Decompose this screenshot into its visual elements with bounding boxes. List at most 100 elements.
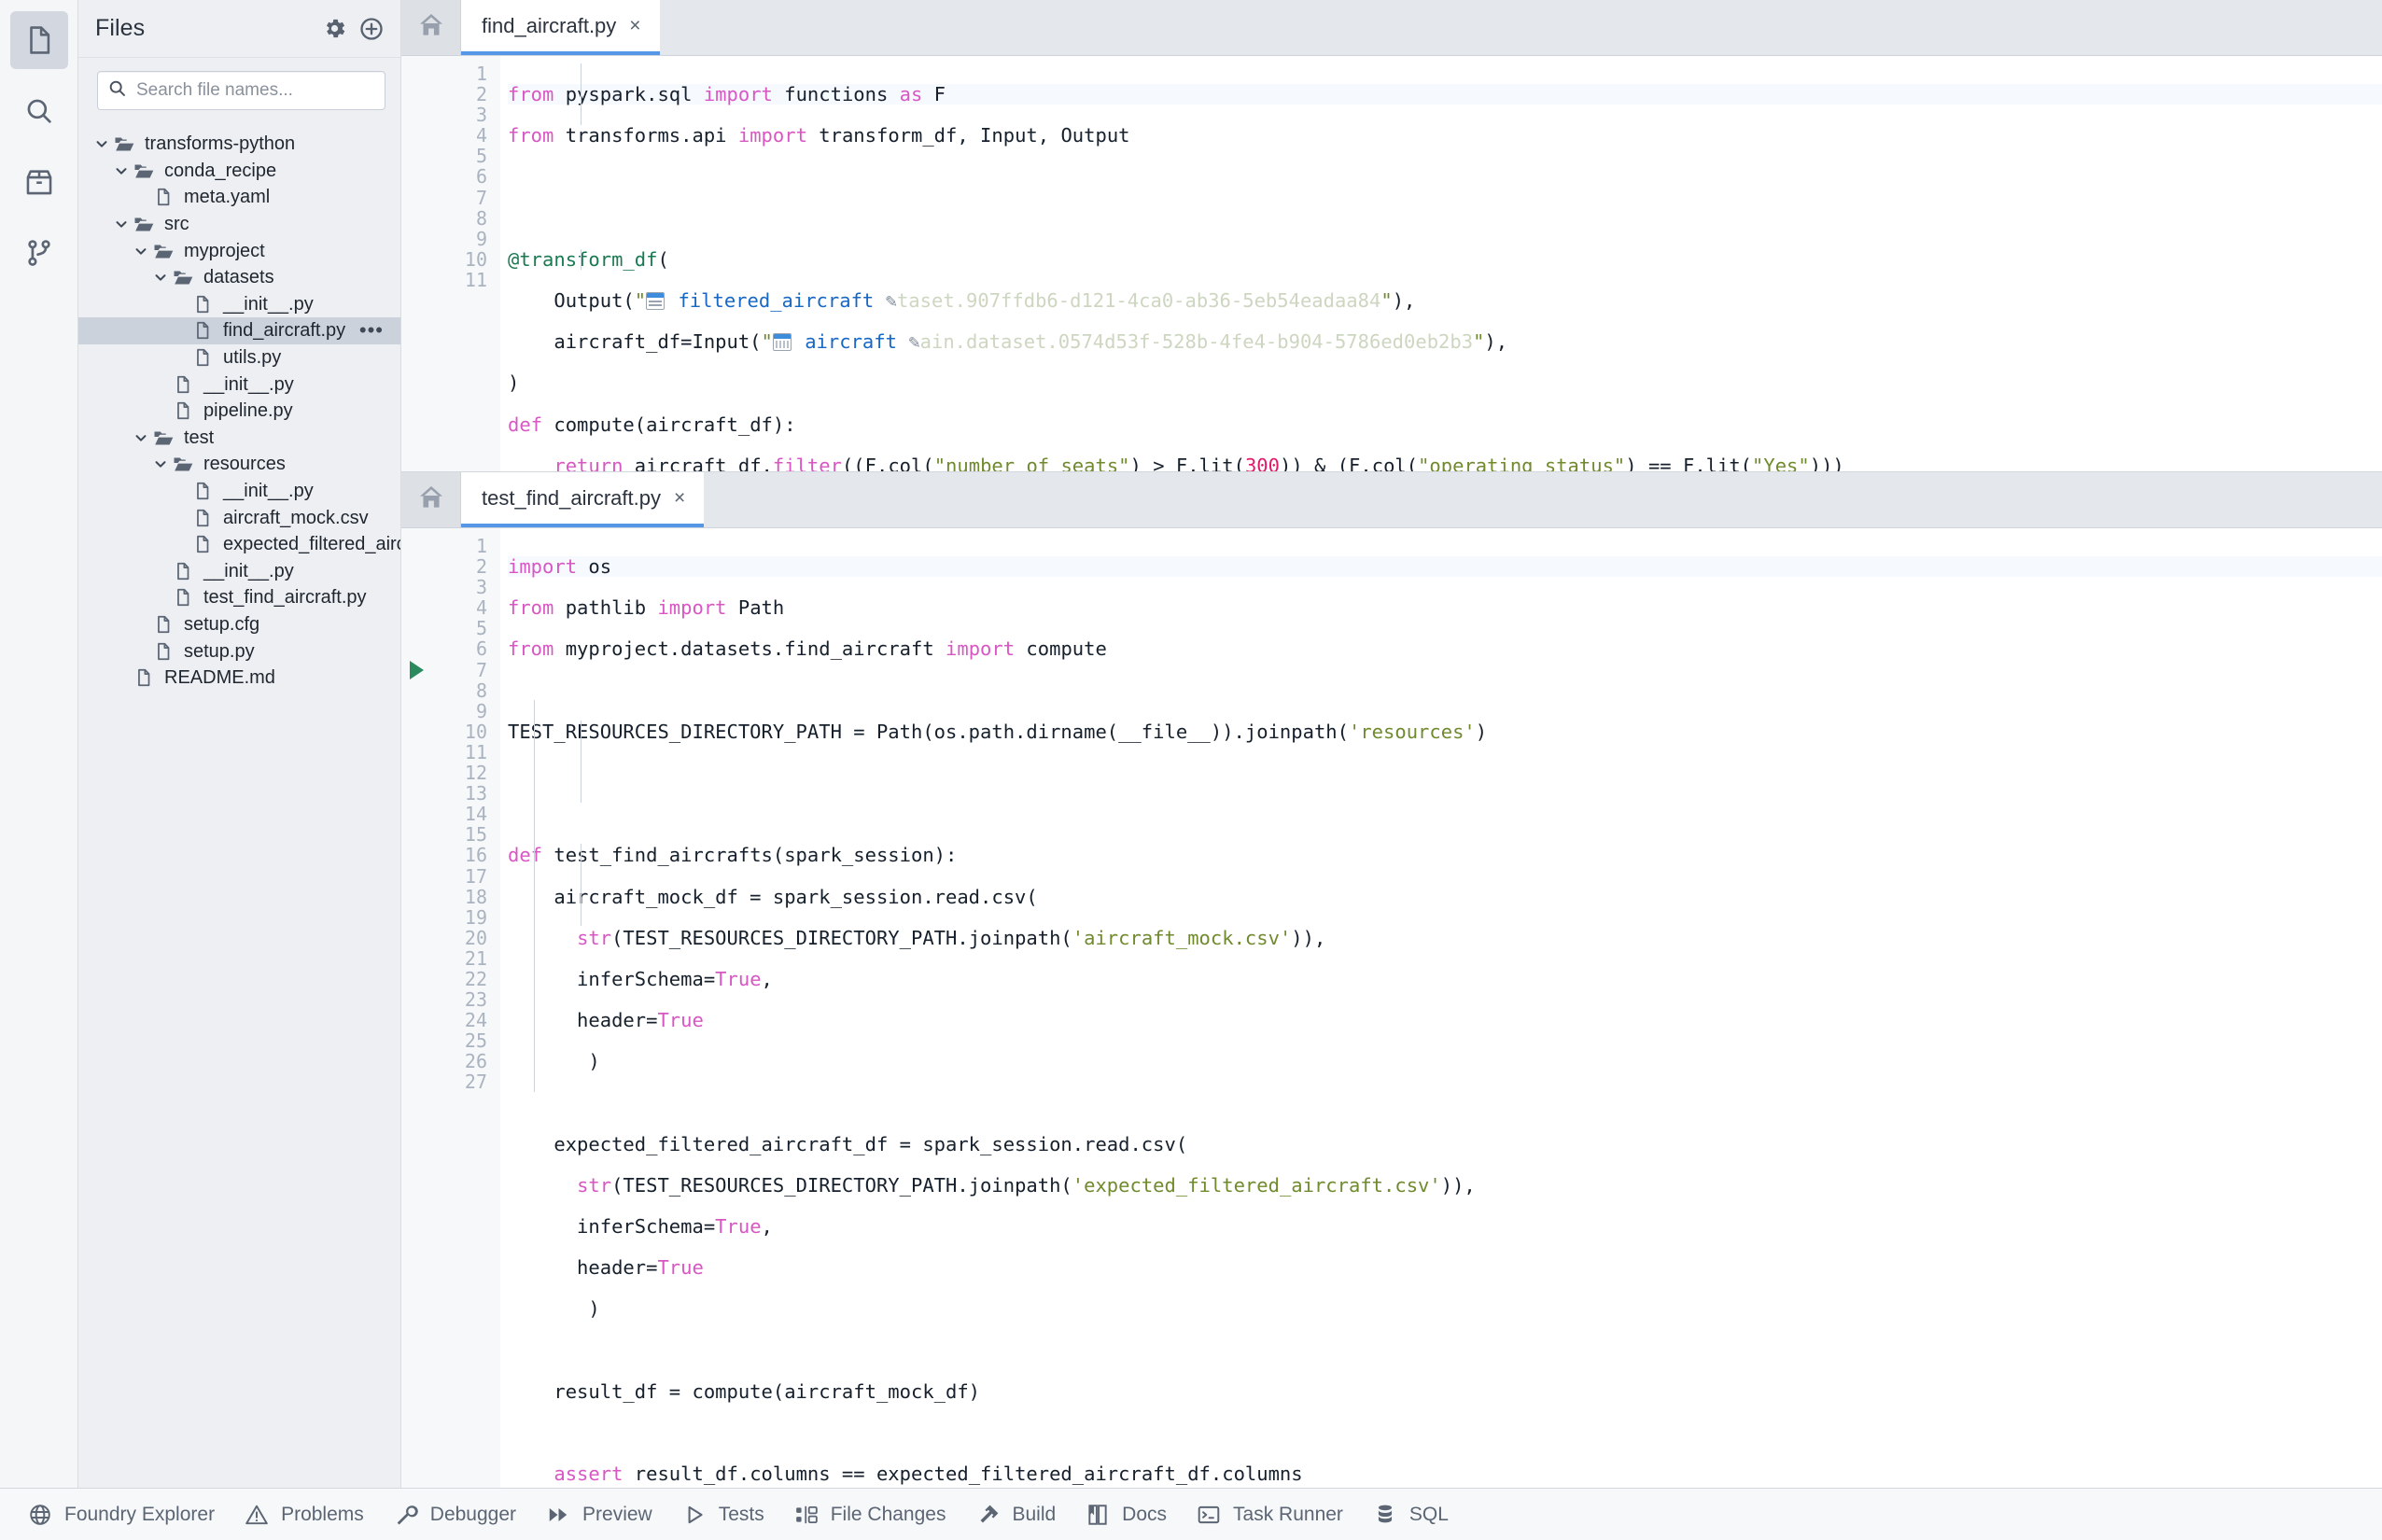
- gear-icon[interactable]: [320, 15, 348, 43]
- close-icon[interactable]: ×: [629, 16, 640, 35]
- file-icon: [171, 399, 195, 423]
- tree-file-row[interactable]: pipeline.py: [78, 398, 400, 425]
- status-item-sql[interactable]: SQL: [1362, 1489, 1467, 1540]
- line-number: 3: [475, 576, 487, 599]
- tree-file-row[interactable]: __init__.py: [78, 371, 400, 398]
- line-number: 7: [475, 186, 487, 209]
- run-test-button[interactable]: [410, 660, 424, 679]
- tab-test-find-aircraft[interactable]: test_find_aircraft.py ×: [461, 472, 705, 527]
- tree-file-row[interactable]: __init__.py: [78, 291, 400, 318]
- globe-icon: [26, 1501, 54, 1529]
- tree-file-row[interactable]: README.md: [78, 665, 400, 692]
- status-item-debugger[interactable]: Debugger: [383, 1489, 535, 1540]
- tab-find-aircraft[interactable]: find_aircraft.py ×: [461, 0, 660, 55]
- editor-pane-find-aircraft: find_aircraft.py × 1 2 3 4 5 6 7 8 9 10 11 from py…: [401, 0, 2382, 472]
- home-button-top[interactable]: [401, 0, 461, 55]
- line-number: 10: [464, 247, 487, 271]
- book-icon: [1084, 1501, 1112, 1529]
- tree-item-label: pipeline.py: [203, 400, 293, 422]
- status-item-label: File Changes: [830, 1503, 946, 1525]
- code-area-top: 1 2 3 4 5 6 7 8 9 10 11 from pyspark.sql import fu…: [401, 56, 2382, 471]
- chevron-down-icon[interactable]: [150, 454, 171, 474]
- line-number: 9: [475, 227, 487, 250]
- chevron-down-icon[interactable]: [150, 267, 171, 287]
- code-content-bottom[interactable]: import os from pathlib import Path from …: [500, 528, 2382, 1488]
- activity-item-files[interactable]: [9, 11, 68, 69]
- chevron-down-icon[interactable]: [131, 241, 151, 261]
- home-button-bottom[interactable]: [401, 472, 461, 527]
- tree-folder-row[interactable]: src: [78, 211, 400, 238]
- tree-item-label: src: [164, 214, 189, 235]
- file-icon: [171, 559, 195, 583]
- tree-folder-row[interactable]: myproject: [78, 237, 400, 264]
- chevron-down-icon[interactable]: [111, 161, 132, 181]
- search-box[interactable]: [97, 71, 385, 110]
- chevron-down-icon[interactable]: [131, 427, 151, 448]
- tree-folder-row[interactable]: conda_recipe: [78, 158, 400, 185]
- tree-file-row[interactable]: find_aircraft.py •••: [78, 317, 400, 344]
- tree-item-label: test: [184, 427, 215, 448]
- status-item-problems[interactable]: Problems: [233, 1489, 383, 1540]
- indent-guide: [534, 700, 535, 1092]
- tree-file-row[interactable]: expected_filtered_aircraft.csv: [78, 531, 400, 558]
- tree-file-row[interactable]: setup.py: [78, 637, 400, 665]
- run-gutter-top: [401, 56, 435, 471]
- line-number: 27: [464, 1071, 487, 1094]
- tree-file-row[interactable]: aircraft_mock.csv: [78, 504, 400, 531]
- line-number: 3: [475, 104, 487, 127]
- tree-file-row[interactable]: __init__.py: [78, 558, 400, 585]
- home-icon: [416, 10, 446, 45]
- code-content-top[interactable]: from pyspark.sql import functions as F f…: [500, 56, 2382, 471]
- dataset-link-filtered-aircraft[interactable]: filtered_aircraft: [678, 289, 874, 312]
- editor-pane-test-find-aircraft: test_find_aircraft.py × 1 2 3 4 5 6 7 8 9 10 11 12 1…: [401, 472, 2382, 1488]
- tree-folder-row[interactable]: transforms-python: [78, 131, 400, 158]
- chevron-down-icon[interactable]: [91, 133, 112, 154]
- folder-icon: [151, 239, 175, 263]
- more-actions-icon[interactable]: •••: [359, 320, 384, 341]
- close-icon[interactable]: ×: [674, 488, 685, 508]
- tree-file-row[interactable]: __init__.py: [78, 478, 400, 505]
- folder-icon: [151, 426, 175, 450]
- tree-folder-row[interactable]: resources: [78, 451, 400, 478]
- tree-file-row[interactable]: test_find_aircraft.py: [78, 584, 400, 611]
- branch-icon: [23, 237, 55, 269]
- folder-icon: [132, 212, 156, 236]
- tree-item-label: meta.yaml: [184, 187, 271, 208]
- status-item-label: Task Runner: [1233, 1503, 1343, 1525]
- sidebar-header-actions: [320, 15, 385, 43]
- tree-folder-row[interactable]: test: [78, 425, 400, 452]
- line-number: 24: [464, 1009, 487, 1032]
- status-item-label: Debugger: [429, 1503, 517, 1525]
- chevron-down-icon[interactable]: [111, 214, 132, 234]
- activity-item-packages[interactable]: [10, 153, 68, 211]
- tree-folder-row[interactable]: datasets: [78, 264, 400, 291]
- line-number: 5: [475, 145, 487, 168]
- activity-item-branches[interactable]: [10, 224, 68, 282]
- tab-label: find_aircraft.py: [482, 13, 617, 37]
- status-item-label: Foundry Explorer: [64, 1503, 216, 1525]
- line-number: 20: [464, 926, 487, 949]
- add-file-icon[interactable]: [357, 15, 385, 43]
- search-input[interactable]: [136, 80, 375, 101]
- tree-item-label: datasets: [203, 267, 274, 288]
- status-item-build[interactable]: Build: [964, 1489, 1074, 1540]
- tree-item-label: __init__.py: [223, 481, 314, 502]
- pencil-icon[interactable]: ✎: [886, 289, 897, 312]
- activity-item-search[interactable]: [10, 82, 68, 140]
- tree-file-row[interactable]: meta.yaml: [78, 184, 400, 211]
- file-icon: [190, 292, 215, 316]
- dataset-link-aircraft[interactable]: aircraft: [805, 330, 897, 353]
- status-item-preview[interactable]: Preview: [535, 1489, 671, 1540]
- pencil-icon[interactable]: ✎: [908, 330, 919, 353]
- status-item-docs[interactable]: Docs: [1074, 1489, 1185, 1540]
- line-number: 12: [464, 762, 487, 785]
- line-number: 8: [475, 679, 487, 702]
- status-item-foundry-explorer[interactable]: Foundry Explorer: [17, 1489, 233, 1540]
- tree-file-row[interactable]: utils.py: [78, 344, 400, 371]
- status-item-tests[interactable]: Tests: [671, 1489, 783, 1540]
- tree-file-row[interactable]: setup.cfg: [78, 611, 400, 638]
- tree-item-label: README.md: [164, 667, 275, 689]
- status-item-task-runner[interactable]: Task Runner: [1185, 1489, 1362, 1540]
- file-icon: [190, 506, 215, 530]
- status-item-file-changes[interactable]: File Changes: [783, 1489, 965, 1540]
